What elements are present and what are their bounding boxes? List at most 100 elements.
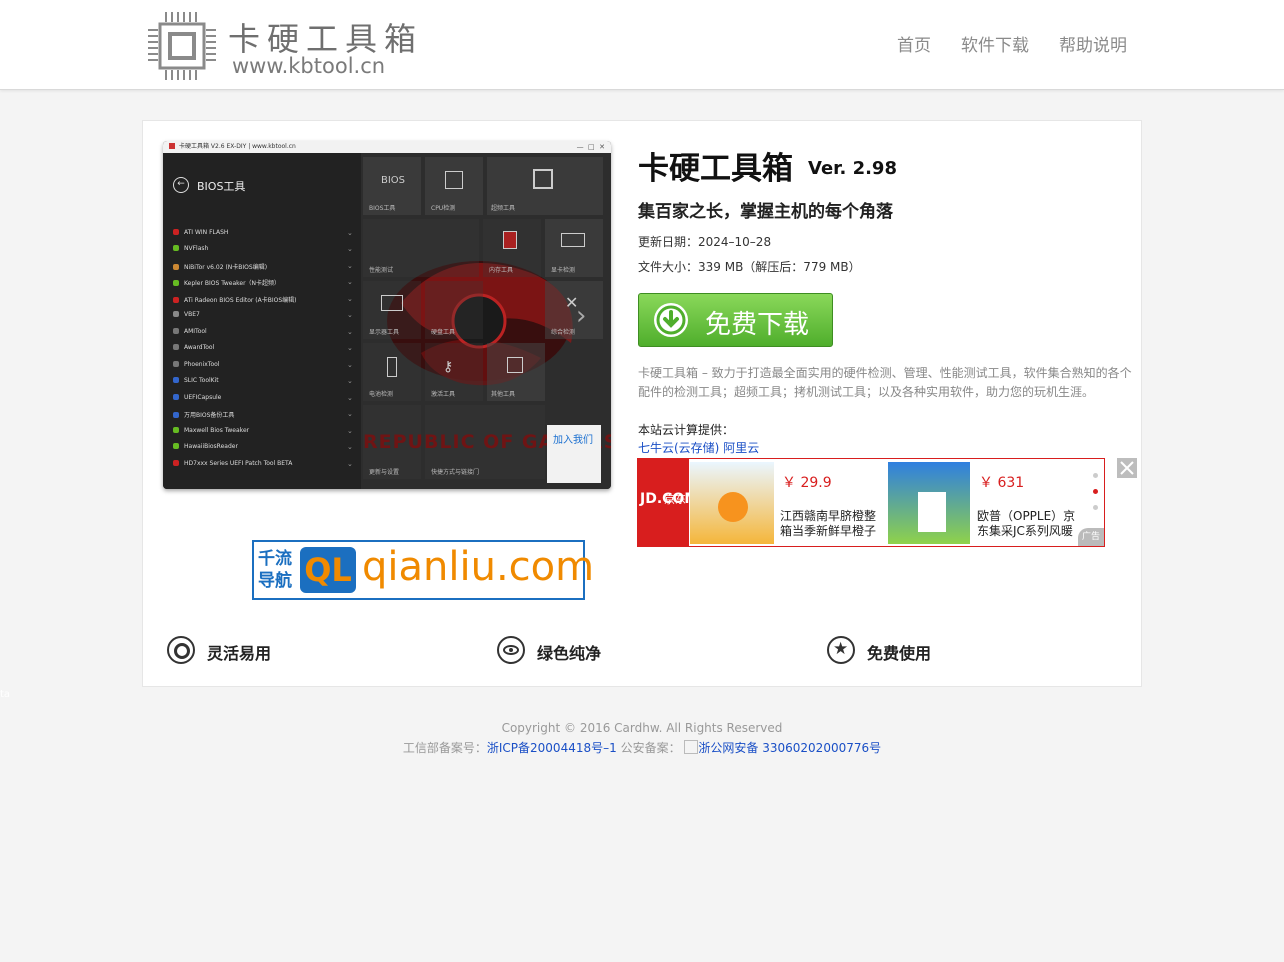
nav-home[interactable]: 首页	[897, 31, 931, 56]
back-arrow-icon: ←	[173, 177, 189, 193]
product-name: 卡硬工具箱	[638, 151, 793, 187]
product-slogan: 集百家之长，掌握主机的每个角落	[638, 202, 893, 222]
menu-item-hawaii: HawaiiBiosReader	[173, 443, 238, 450]
download-button[interactable]: 免费下载	[638, 293, 833, 347]
jd-logo: JD.COM 京东	[638, 459, 698, 546]
chevron-down-icon: ⌄	[347, 344, 353, 352]
chevron-down-icon: ⌄	[347, 311, 353, 319]
qianliu-banner[interactable]: 千流 导航 QL qianliu.com	[252, 540, 594, 600]
menu-item-vbe7: VBE7	[173, 311, 200, 318]
menu-item-awardtool: AwardTool	[173, 344, 214, 351]
nav-help[interactable]: 帮助说明	[1059, 31, 1127, 56]
eye-icon	[497, 636, 525, 664]
chevron-down-icon: ⌄	[347, 262, 353, 270]
qianliu-domain: qianliu.com	[362, 544, 595, 590]
file-size: 文件大小：339 MB（解压后：779 MB）	[638, 260, 861, 274]
chevron-down-icon: ⌄	[347, 460, 353, 468]
ad-image-orange	[690, 462, 774, 544]
chevron-down-icon: ⌄	[347, 295, 353, 303]
app-icon	[169, 143, 175, 149]
menu-item-maxwell: Maxwell Bios Tweaker	[173, 427, 249, 434]
menu-item-slic-toolkit: SLIC ToolKit	[173, 377, 219, 384]
download-label: 免费下载	[705, 310, 810, 340]
chevron-down-icon: ⌄	[347, 394, 353, 402]
ad-tag: 广告	[1078, 528, 1104, 546]
menu-item-kepler: Kepler BIOS Tweaker（N卡超频）	[173, 278, 280, 287]
chevron-down-icon: ⌄	[347, 427, 353, 435]
nav-software-download[interactable]: 软件下载	[961, 31, 1029, 56]
screenshot-sidebar: ← BIOS工具 ATI WIN FLASH NVFlash NiBiTor v…	[163, 153, 361, 489]
window-controls-icon: — □ ✕	[576, 143, 605, 151]
menu-item-ati-winflash: ATI WIN FLASH	[173, 229, 228, 236]
logo-url: www.kbtool.cn	[232, 54, 386, 78]
ad-pager-dot[interactable]	[1093, 473, 1098, 478]
product-screenshot: 卡硬工具箱 V2.6 EX-DIY | www.kbtool.cn — □ ✕ …	[163, 141, 611, 489]
close-icon	[1120, 461, 1134, 475]
chevron-down-icon: ⌄	[347, 328, 353, 336]
ad-pager-dot[interactable]	[1093, 489, 1098, 494]
qianliu-logo-icon: QL	[300, 547, 356, 593]
screenshot-section-title: BIOS工具	[197, 180, 246, 193]
police-link[interactable]: 浙公网安备 33060202000776号	[698, 741, 881, 755]
menu-item-nibitor: NiBiTor v6.02 (N卡BIOS编辑)	[173, 262, 267, 271]
tile-label: 硬盘工具	[431, 329, 456, 336]
chevron-down-icon: ⌄	[347, 229, 353, 237]
update-date: 更新日期：2024–10–28	[638, 235, 772, 249]
download-arrow-icon	[654, 303, 688, 337]
chevron-down-icon: ⌄	[347, 377, 353, 385]
qianliu-cn-name: 千流 导航	[258, 549, 292, 591]
ad-price: ￥ 631	[979, 475, 1025, 491]
link-qiniu[interactable]: 七牛云(云存储)	[638, 441, 719, 455]
menu-item-phoenixtool: PhoenixTool	[173, 361, 219, 368]
broken-image-icon	[684, 740, 699, 754]
ad-title: 江西赣南早脐橙整箱当季新鲜早橙子	[780, 509, 877, 538]
menu-item-ueficapsule: UEFICapsule	[173, 394, 221, 401]
feature-label: 灵活易用	[207, 644, 272, 663]
link-aliyun[interactable]: 阿里云	[723, 441, 759, 455]
tile-label: CPU检测	[431, 205, 456, 212]
icp-link[interactable]: 浙ICP备20004418号–1	[487, 741, 617, 755]
chevron-down-icon: ⌄	[347, 361, 353, 369]
menu-item-radeon-editor: ATi Radeon BIOS Editor (A卡BIOS编辑)	[173, 295, 296, 304]
monitor-icon	[381, 295, 403, 311]
key-icon: ⚷	[443, 359, 454, 375]
cpu-icon	[445, 171, 463, 189]
side-text: ta	[0, 689, 11, 700]
tile-label: 快捷方式与链接门	[431, 469, 480, 476]
menu-item-nvflash: NVFlash	[173, 245, 208, 252]
ad-close-button[interactable]	[1117, 458, 1137, 478]
police-label: 公安备案：	[620, 741, 681, 755]
tile-label: 内存工具	[489, 267, 514, 274]
tile-label: BIOS工具	[369, 205, 396, 212]
site-logo[interactable]: 卡硬工具箱 www.kbtool.cn	[146, 10, 416, 80]
tile-label: 显卡检测	[551, 267, 576, 274]
menu-item-hd7xxx: HD7xxx Series UEFI Patch Tool BETA	[173, 460, 292, 467]
footer-record: 工信部备案号：浙ICP备20004418号–1 公安备案： 浙公网安备 3306…	[0, 739, 1284, 756]
ad-pager-dot[interactable]	[1093, 505, 1098, 510]
tile-label: 激活工具	[431, 391, 456, 398]
site-header: 卡硬工具箱 www.kbtool.cn 首页 软件下载 帮助说明	[0, 0, 1284, 90]
cloud-provider-links: 七牛云(云存储) 阿里云	[638, 439, 759, 456]
tile-label: 综合检测	[551, 329, 576, 336]
screenshot-tile-grid: BIOS ✕ ⚷ BIOS工具 CPU检测 超频工具 性能测试 内存工具 显卡检…	[361, 153, 611, 489]
tile-label: 显示器工具	[369, 329, 400, 336]
tile-label: 电池检测	[369, 391, 394, 398]
ad-image-heater	[888, 462, 970, 544]
gear-icon	[167, 636, 195, 664]
screenshot-window-title: 卡硬工具箱 V2.6 EX-DIY | www.kbtool.cn	[179, 143, 296, 150]
cloud-provider-label: 本站云计算提供：	[638, 423, 735, 437]
join-us-card: 加入我们	[547, 425, 601, 483]
chevron-down-icon: ⌄	[347, 245, 353, 253]
menu-item-amitool: AMITool	[173, 328, 207, 335]
feature-label: 绿色纯净	[537, 644, 602, 663]
battery-icon	[387, 357, 397, 377]
screenshot-window-titlebar: 卡硬工具箱 V2.6 EX-DIY | www.kbtool.cn — □ ✕	[163, 141, 611, 153]
gpu-icon	[561, 233, 585, 247]
chip-icon	[148, 12, 216, 80]
tile-label: 超频工具	[491, 205, 516, 212]
slide-next-icon[interactable]: ›	[576, 301, 586, 331]
chevron-down-icon: ⌄	[347, 443, 353, 451]
ad-title: 欧普（OPPLE）京东集采JC系列风暖	[977, 509, 1076, 538]
menu-item-bios-backup: 万用BIOS备份工具	[173, 410, 234, 419]
jd-ad-banner[interactable]: JD.COM 京东 ￥ 29.9 江西赣南早脐橙整箱当季新鲜早橙子 ￥ 631 …	[637, 458, 1105, 547]
